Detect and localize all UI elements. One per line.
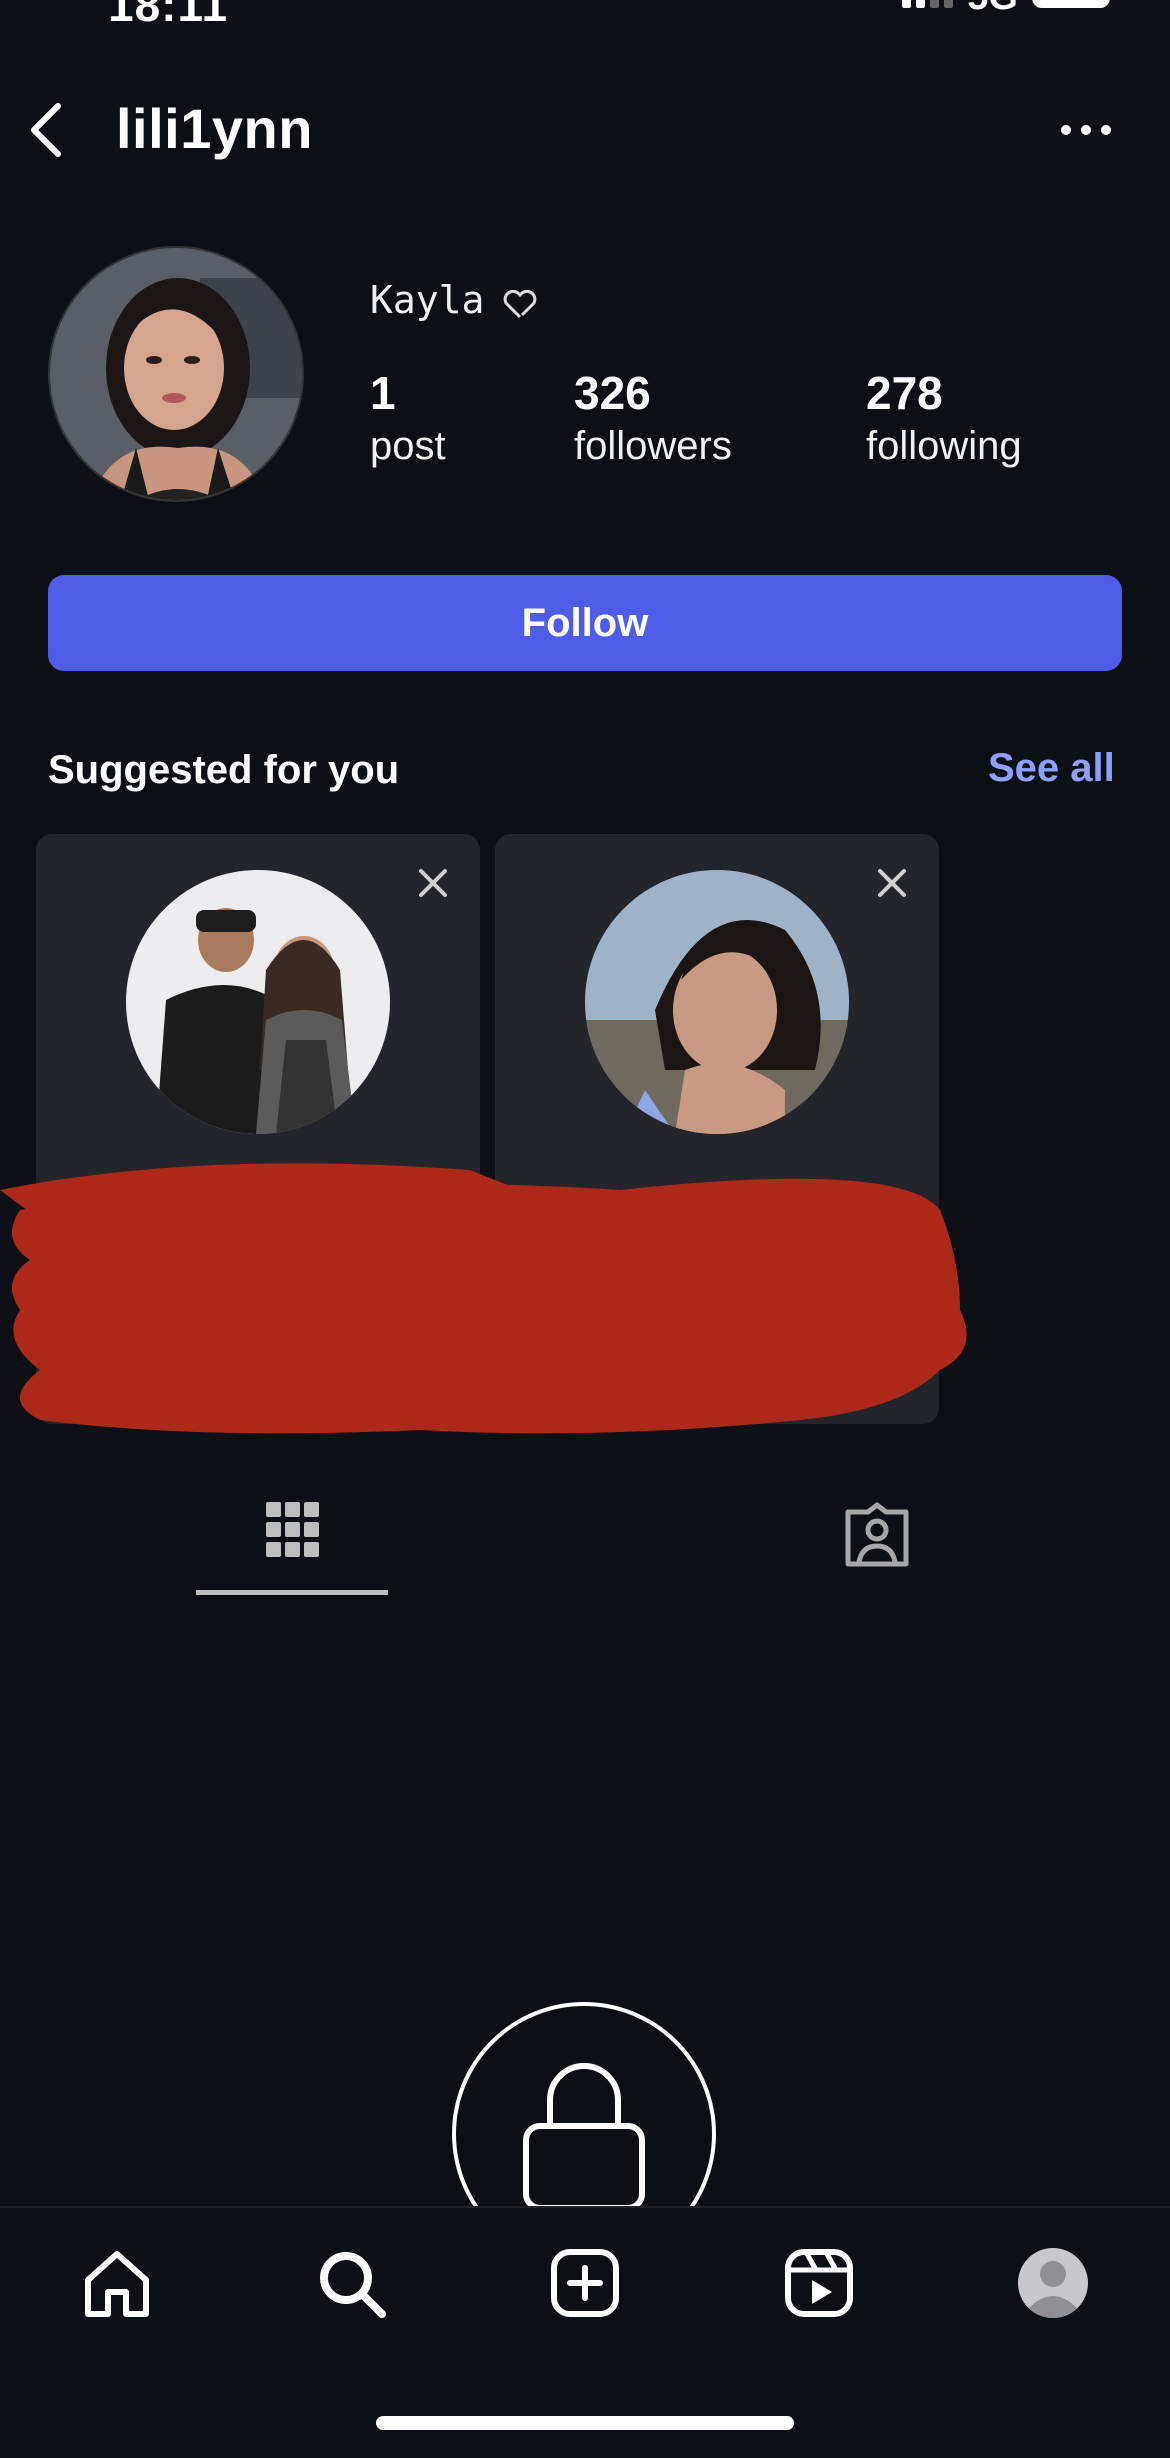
stat-followers-label: followers <box>574 424 732 468</box>
search-icon[interactable] <box>314 2246 388 2320</box>
page-title-username: lili1ynn <box>116 97 313 160</box>
battery-icon: 68 <box>1032 0 1110 8</box>
follow-button[interactable]: Follow <box>48 575 1122 671</box>
profile-icon[interactable] <box>1016 2246 1090 2320</box>
lock-icon <box>523 2063 645 2211</box>
suggested-title: Suggested for you <box>48 748 400 792</box>
battery-level: 68 <box>1057 0 1086 3</box>
active-tab-indicator <box>196 1590 388 1595</box>
stat-posts[interactable]: 1 post <box>370 366 446 469</box>
profile-avatar[interactable] <box>48 246 304 502</box>
display-name: Kayla <box>370 278 485 322</box>
see-all-link[interactable]: See all <box>988 746 1115 791</box>
tagged-icon[interactable] <box>842 1502 912 1568</box>
stat-followers-value: 326 <box>574 367 651 419</box>
suggestion-photo <box>126 870 390 1134</box>
signal-icon <box>902 0 954 8</box>
close-icon[interactable] <box>875 866 909 900</box>
network-label: 5G <box>967 0 1018 16</box>
suggestion-avatar[interactable] <box>585 870 849 1134</box>
grid-icon[interactable] <box>264 1498 322 1570</box>
suggestion-photo <box>585 870 849 1134</box>
home-indicator[interactable] <box>376 2416 794 2430</box>
create-icon[interactable] <box>548 2246 622 2320</box>
stat-posts-value: 1 <box>370 367 396 419</box>
home-icon[interactable] <box>80 2246 154 2320</box>
heart-icon <box>503 289 537 319</box>
status-indicators: 5G 68 <box>902 0 1110 16</box>
avatar-photo <box>50 248 302 500</box>
redaction-scribble <box>0 1163 967 1434</box>
stat-following-label: following <box>866 424 1022 468</box>
stat-posts-label: post <box>370 424 446 468</box>
more-options-icon[interactable] <box>1058 120 1114 140</box>
close-icon[interactable] <box>416 866 450 900</box>
suggestion-avatar[interactable] <box>126 870 390 1134</box>
stat-followers[interactable]: 326 followers <box>574 366 732 469</box>
stat-following-value: 278 <box>866 367 943 419</box>
status-time: 18:11 <box>108 0 229 31</box>
back-arrow-icon[interactable] <box>26 100 66 160</box>
reels-icon[interactable] <box>782 2246 856 2320</box>
stat-following[interactable]: 278 following <box>866 366 1022 469</box>
